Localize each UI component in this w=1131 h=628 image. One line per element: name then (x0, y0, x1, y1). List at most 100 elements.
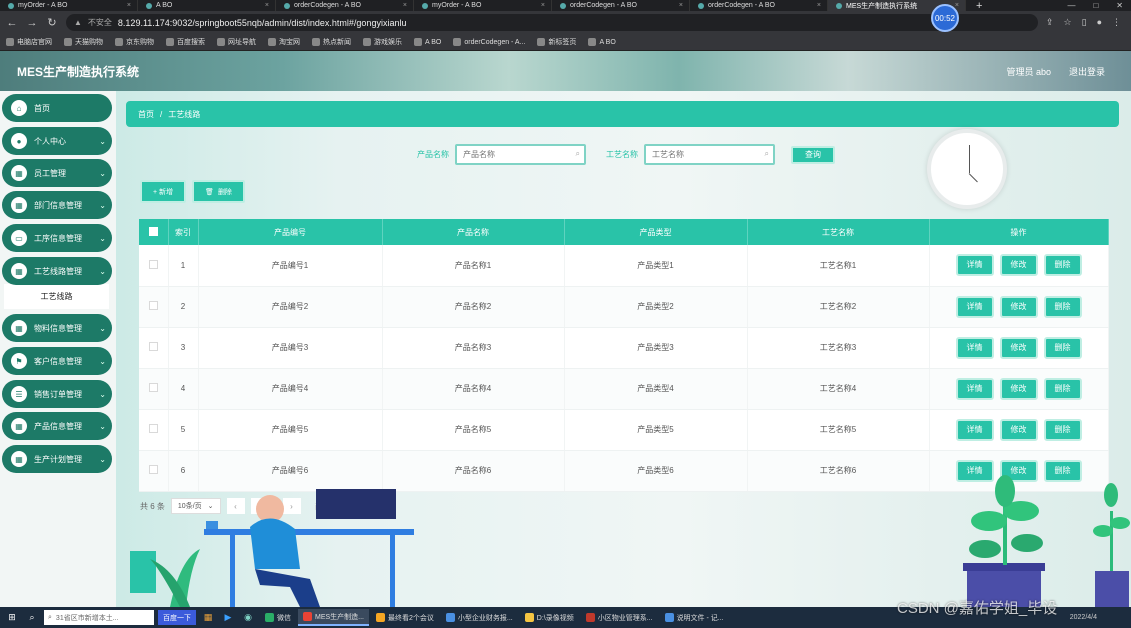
bookmark-item[interactable]: 网址导航 (217, 37, 256, 47)
minimize-icon[interactable]: — (1067, 1, 1075, 10)
query-button[interactable]: 查询 (791, 145, 835, 164)
row-delete-button[interactable]: 删除 (1043, 295, 1082, 318)
edit-button[interactable]: 修改 (999, 418, 1038, 441)
detail-button[interactable]: 详情 (955, 418, 994, 441)
reload-icon[interactable]: ↻ (46, 16, 58, 29)
taskbar-app[interactable]: 小型企业财务报... (441, 609, 518, 626)
forward-icon[interactable]: → (26, 17, 38, 29)
bookmark-item[interactable]: orderCodegen - A... (453, 38, 525, 46)
bookmark-item[interactable]: 京东购物 (115, 37, 154, 47)
new-tab-button[interactable]: + (966, 0, 992, 12)
back-icon[interactable]: ← (6, 17, 18, 29)
sidebar-item[interactable]: ▦ 生产计划管理 ⌄ (2, 445, 112, 473)
browser-tab[interactable]: A BO × (138, 0, 276, 11)
bookmark-item[interactable]: 新标签页 (537, 37, 576, 47)
bookmark-item[interactable]: 天猫购物 (64, 37, 103, 47)
tab-close-icon[interactable]: × (679, 2, 683, 9)
product-name-input[interactable] (455, 144, 586, 165)
checkbox[interactable] (148, 301, 158, 310)
search-icon[interactable]: ⌕ (24, 611, 40, 625)
row-checkbox[interactable] (139, 245, 169, 287)
tab-close-icon[interactable]: × (403, 2, 407, 9)
tab-close-icon[interactable]: × (127, 2, 131, 9)
app-icon[interactable]: ◉ (240, 611, 256, 625)
submenu-item-gongyixianlu[interactable]: 工艺线路 (4, 284, 109, 309)
sidebar-item[interactable]: ▦ 部门信息管理 ⌄ (2, 191, 112, 219)
edit-button[interactable]: 修改 (999, 377, 1038, 400)
sidebar-item[interactable]: ☰ 销售订单管理 ⌄ (2, 380, 112, 408)
browser-tab[interactable]: myOrder - A BO × (414, 0, 552, 11)
row-delete-button[interactable]: 删除 (1043, 254, 1082, 277)
browser-tab[interactable]: orderCodegen - A BO × (276, 0, 414, 11)
process-name-input[interactable] (644, 144, 775, 165)
close-icon[interactable]: ✕ (1116, 1, 1123, 10)
bookmark-item[interactable]: 热点新闻 (312, 37, 351, 47)
edit-button[interactable]: 修改 (999, 295, 1038, 318)
tab-close-icon[interactable]: × (265, 2, 269, 9)
bookmark-item[interactable]: 游戏娱乐 (363, 37, 402, 47)
bookmark-label: A BO (599, 38, 616, 46)
checkbox[interactable] (148, 342, 158, 351)
profile-icon[interactable]: ● (1097, 17, 1102, 28)
maximize-icon[interactable]: □ (1093, 1, 1098, 10)
sidebar-item[interactable]: ▭ 工序信息管理 ⌄ (2, 224, 112, 252)
add-button[interactable]: + 新增 (140, 180, 187, 203)
bookmark-item[interactable]: A BO (414, 38, 441, 46)
taskbar-app[interactable]: D:\录像视频 (520, 609, 579, 626)
taskbar-app[interactable]: 小区物业管理系... (581, 609, 658, 626)
taskbar-app[interactable]: 最终看2个会议 (371, 609, 439, 626)
delete-button[interactable]: 🗑 删除 (192, 180, 245, 203)
url-field[interactable]: ▲ 不安全 8.129.11.174:9032/springboot55nqb/… (66, 14, 1038, 31)
sidebar-item[interactable]: ▦ 物料信息管理 ⌄ (2, 314, 112, 342)
bookmark-item[interactable]: A BO (588, 38, 616, 46)
row-checkbox[interactable] (139, 368, 169, 410)
browser-tab[interactable]: myOrder - A BO × (0, 0, 138, 11)
logout-link[interactable]: 退出登录 (1069, 65, 1105, 78)
taskbar-app[interactable]: MES生产制造... (298, 609, 370, 626)
sidebar-toggle-icon[interactable]: ▯ (1082, 17, 1087, 28)
bookmark-item[interactable]: 百度搜索 (166, 37, 205, 47)
checkbox[interactable] (148, 424, 158, 433)
detail-button[interactable]: 详情 (955, 377, 994, 400)
row-delete-button[interactable]: 删除 (1043, 418, 1082, 441)
sidebar-item[interactable]: ● 个人中心 ⌄ (2, 127, 112, 155)
bookmark-item[interactable]: 电脑店官网 (6, 37, 52, 47)
tab-close-icon[interactable]: × (817, 2, 821, 9)
browser-tab[interactable]: orderCodegen - A BO × (552, 0, 690, 11)
edit-button[interactable]: 修改 (999, 336, 1038, 359)
baidu-button[interactable]: 百度一下 (158, 610, 196, 625)
menu-icon[interactable]: ⋮ (1112, 17, 1121, 28)
star-icon[interactable]: ☆ (1064, 17, 1072, 28)
row-delete-button[interactable]: 删除 (1043, 336, 1082, 359)
breadcrumb-home[interactable]: 首页 (138, 109, 154, 120)
tab-close-icon[interactable]: × (541, 2, 545, 9)
share-icon[interactable]: ⇪ (1046, 17, 1054, 28)
sidebar-item[interactable]: ⌂ 首页 (2, 94, 112, 122)
sidebar-item[interactable]: ▦ 员工管理 ⌄ (2, 159, 112, 187)
row-delete-button[interactable]: 删除 (1043, 377, 1082, 400)
cell-name: 产品名称6 (382, 450, 565, 492)
taskbar-app[interactable]: 微信 (260, 609, 296, 626)
media-player-icon[interactable]: ▶ (220, 611, 236, 625)
row-checkbox[interactable] (139, 327, 169, 369)
detail-button[interactable]: 详情 (955, 295, 994, 318)
windows-start-icon[interactable]: ⊞ (4, 611, 20, 625)
detail-button[interactable]: 详情 (955, 254, 994, 277)
row-checkbox[interactable] (139, 286, 169, 328)
sidebar-item[interactable]: ▦ 工艺线路管理 ⌄ (2, 257, 112, 285)
taskbar-search[interactable]: ⌕ 31省区市新增本土... (44, 610, 154, 625)
checkbox[interactable] (148, 383, 158, 392)
app-launcher-icon[interactable]: ▦ (200, 611, 216, 625)
sidebar-item[interactable]: ⚑ 客户信息管理 ⌄ (2, 347, 112, 375)
taskbar-app[interactable]: 说明文件 - 记... (660, 609, 729, 626)
row-checkbox[interactable] (139, 409, 169, 451)
checkbox[interactable] (148, 259, 158, 269)
sidebar-item[interactable]: ▦ 产品信息管理 ⌄ (2, 412, 112, 440)
browser-tab[interactable]: orderCodegen - A BO × (690, 0, 828, 11)
row-checkbox[interactable] (139, 450, 169, 492)
checkbox[interactable] (148, 465, 158, 474)
select-all-checkbox[interactable] (139, 219, 169, 245)
detail-button[interactable]: 详情 (955, 336, 994, 359)
edit-button[interactable]: 修改 (999, 254, 1038, 277)
bookmark-item[interactable]: 淘宝网 (268, 37, 300, 47)
